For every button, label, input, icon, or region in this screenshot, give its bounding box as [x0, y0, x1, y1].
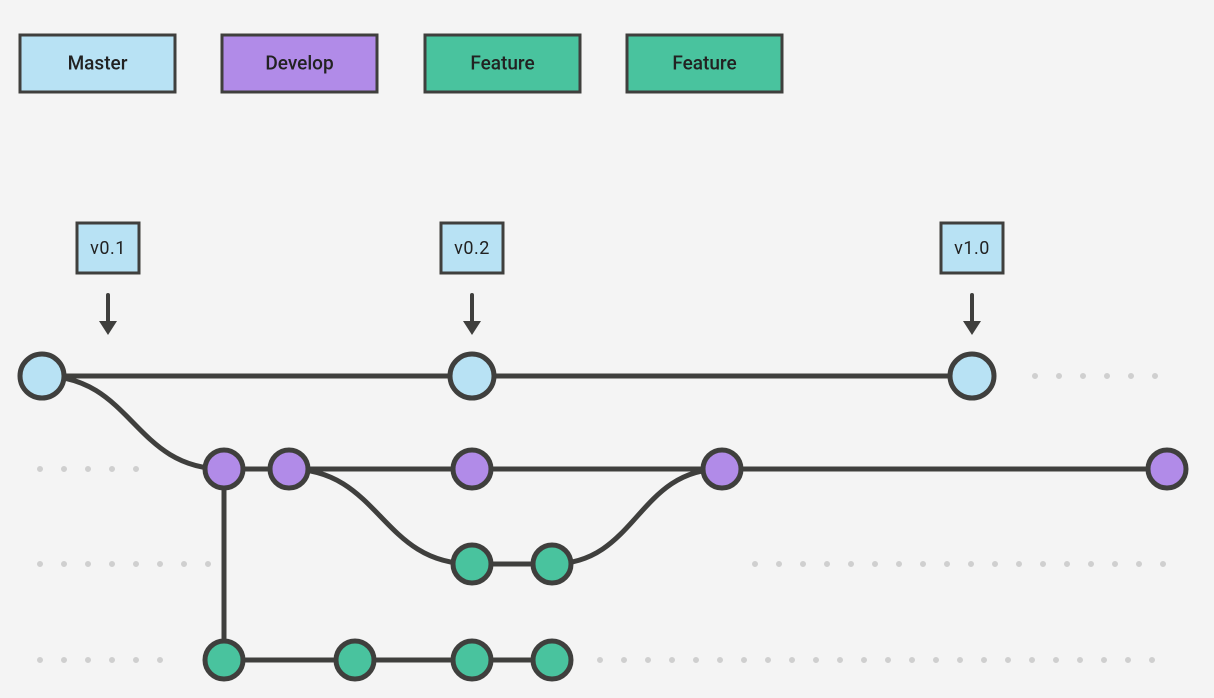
tag-v01: v0.1	[77, 223, 139, 335]
commit-m1	[450, 354, 494, 398]
tag-v02: v0.2	[441, 223, 503, 335]
arrow-head-icon	[99, 321, 117, 335]
git-flow-diagram: Master Develop Feature Feature v0.1 v0.2 v1.0	[0, 0, 1214, 698]
commit-f2c	[453, 641, 491, 679]
commit-d4	[1148, 450, 1186, 488]
commit-d0	[205, 450, 243, 488]
branch-label-feature2: Feature	[627, 35, 782, 92]
continuation-dots	[40, 376, 1175, 660]
commit-f1a	[453, 545, 491, 583]
arrow-head-icon	[463, 321, 481, 335]
edge	[552, 469, 722, 564]
tag-text: v0.1	[90, 238, 126, 259]
arrow-head-icon	[963, 321, 981, 335]
commit-m2	[950, 354, 994, 398]
commit-f2b	[336, 641, 374, 679]
commit-d2	[453, 450, 491, 488]
commit-f2d	[533, 641, 571, 679]
branch-label-text: Feature	[672, 52, 736, 75]
tag-text: v0.2	[454, 238, 490, 259]
branch-label-text: Master	[68, 52, 128, 75]
commit-f2a	[205, 641, 243, 679]
commit-f1b	[533, 545, 571, 583]
commit-m0	[20, 354, 64, 398]
branch-label-feature1: Feature	[425, 35, 580, 92]
branch-label-master: Master	[20, 35, 175, 92]
branch-label-text: Develop	[265, 52, 333, 75]
commit-d1	[270, 450, 308, 488]
edge	[42, 376, 224, 469]
commits	[20, 354, 1186, 679]
commit-d3	[703, 450, 741, 488]
edge	[289, 469, 472, 564]
tag-v10: v1.0	[941, 223, 1003, 335]
branch-label-text: Feature	[470, 52, 534, 75]
tag-text: v1.0	[954, 238, 990, 259]
edges	[42, 376, 1167, 660]
branch-label-develop: Develop	[222, 35, 377, 92]
